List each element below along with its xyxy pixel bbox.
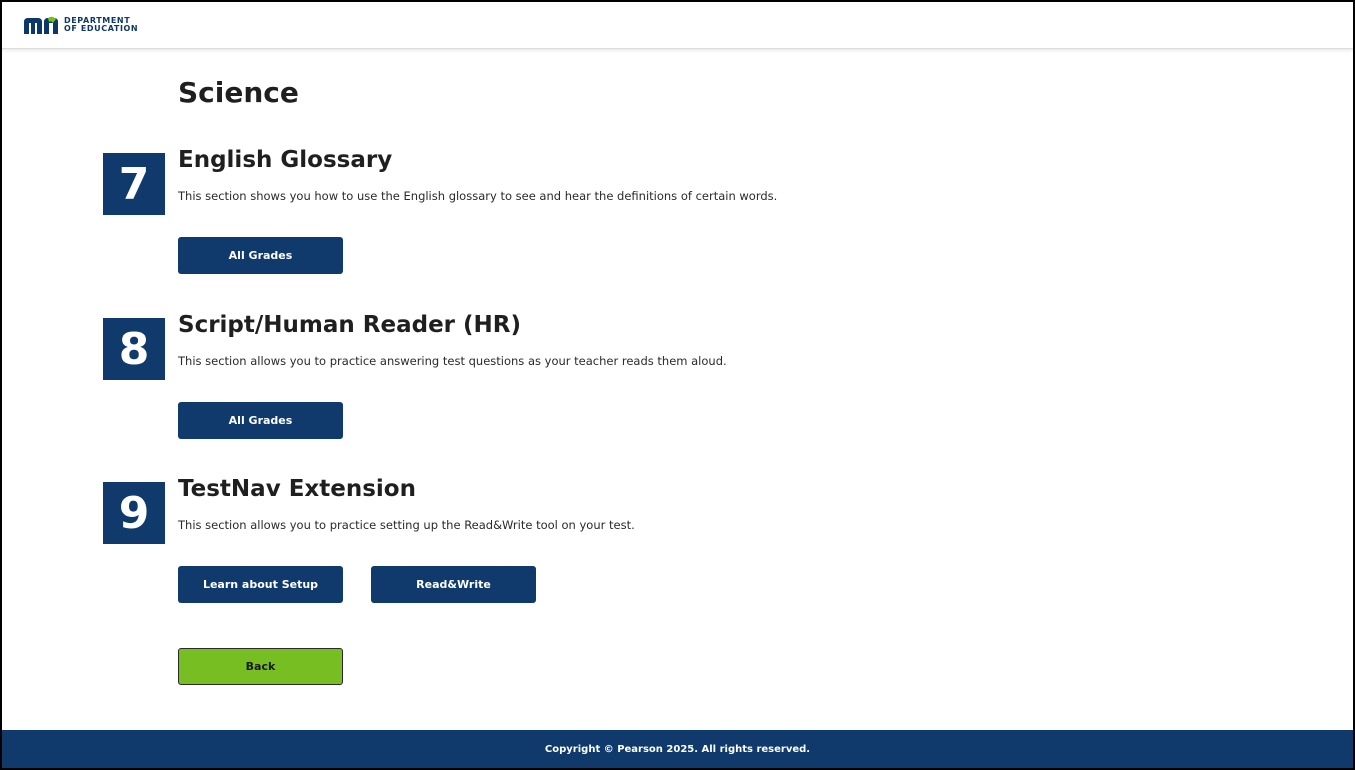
page-title: Science xyxy=(178,76,299,109)
footer-bar: Copyright © Pearson 2025. All rights res… xyxy=(2,730,1353,768)
human-reader-all-grades-button[interactable]: All Grades xyxy=(178,402,343,439)
english-glossary-all-grades-button[interactable]: All Grades xyxy=(178,237,343,274)
page-frame: DEPARTMENT OF EDUCATION Science 7 Englis… xyxy=(0,0,1355,770)
section-title: TestNav Extension xyxy=(178,476,416,502)
learn-about-setup-button[interactable]: Learn about Setup xyxy=(178,566,343,603)
logo-wordmark: DEPARTMENT OF EDUCATION xyxy=(64,17,138,33)
section-description: This section shows you how to use the En… xyxy=(178,189,778,203)
section-number-badge: 8 xyxy=(103,318,165,380)
section-description: This section allows you to practice answ… xyxy=(178,354,727,368)
logo-line-2: OF EDUCATION xyxy=(64,24,139,33)
header-bar: DEPARTMENT OF EDUCATION xyxy=(2,2,1353,49)
copyright-text: Copyright © Pearson 2025. All rights res… xyxy=(544,743,811,755)
mn-department-of-education-logo[interactable]: DEPARTMENT OF EDUCATION xyxy=(24,16,138,34)
section-title: English Glossary xyxy=(178,147,393,173)
section-title: Script/Human Reader (HR) xyxy=(178,312,522,338)
read-and-write-button[interactable]: Read&Write xyxy=(371,566,536,603)
section-number-badge: 9 xyxy=(103,482,165,544)
back-button[interactable]: Back xyxy=(178,648,343,685)
section-number-badge: 7 xyxy=(103,153,165,215)
section-description: This section allows you to practice sett… xyxy=(178,518,635,532)
mn-logo-icon xyxy=(24,16,58,34)
